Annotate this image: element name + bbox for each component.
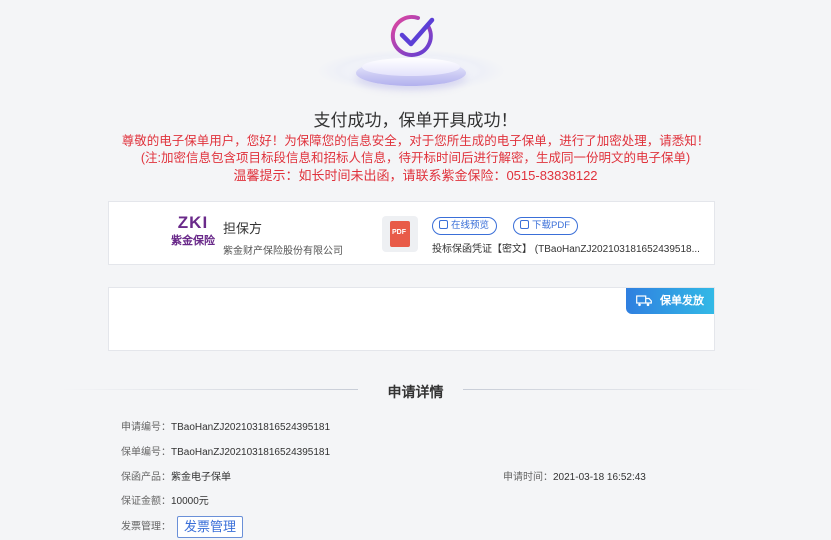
online-preview-label: 在线预览	[451, 220, 490, 231]
download-pdf-label: 下载PDF	[532, 220, 571, 231]
guarantor-card: ZKI 紫金保险 担保方 紫金财产保险股份有限公司 PDF 在线预览 下载PDF…	[108, 201, 715, 265]
amount-value: 10000元	[171, 496, 209, 507]
logo-text: 紫金保险	[171, 235, 215, 247]
platform-top	[362, 58, 460, 76]
download-icon	[520, 220, 529, 229]
policy-issuance-box: 保单发放	[108, 287, 715, 351]
zijin-logo: ZKI 紫金保险	[171, 214, 215, 254]
invoice-management-button[interactable]: 发票管理	[177, 516, 244, 538]
policy-issuance-label: 保单发放	[660, 295, 704, 307]
product-label: 保函产品：	[121, 472, 171, 483]
amount-row: 保证金额：10000元	[121, 492, 209, 507]
pdf-file-icon: PDF	[382, 216, 418, 252]
application-number-row: 申请编号：TBaoHanZJ2021031816524395181	[121, 418, 330, 433]
contact-tip: 温馨提示：如长时间未出函，请联系紫金保险：0515-83838122	[233, 168, 598, 183]
apply-time-row: 申请时间：2021-03-18 16:52:43	[503, 468, 646, 483]
guarantor-label: 担保方	[223, 221, 263, 236]
section-divider-right	[463, 389, 763, 390]
invoice-label: 发票管理：	[121, 521, 171, 533]
product-value: 紫金电子保单	[171, 472, 231, 483]
guarantor-company: 紫金财产保险股份有限公司	[223, 246, 343, 257]
success-illustration	[318, 10, 504, 92]
policy-issuance-tag: 保单发放	[626, 288, 714, 314]
apply-time-label: 申请时间：	[503, 472, 553, 483]
product-row: 保函产品：紫金电子保单	[121, 468, 231, 483]
application-number-value: TBaoHanZJ2021031816524395181	[171, 422, 331, 433]
encryption-note: (注:加密信息包含项目标段信息和招标人信息，待开标时间后进行解密，生成同一份明文…	[140, 151, 691, 165]
truck-icon	[636, 295, 652, 307]
amount-label: 保证金额：	[121, 496, 171, 507]
logo-mark: ZKI	[177, 213, 209, 232]
download-pdf-button[interactable]: 下载PDF	[513, 217, 579, 235]
success-check-icon	[390, 14, 435, 57]
online-preview-button[interactable]: 在线预览	[432, 217, 498, 235]
policy-number-value: TBaoHanZJ2021031816524395181	[171, 447, 331, 458]
policy-number-row: 保单编号：TBaoHanZJ2021031816524395181	[121, 443, 330, 458]
page-title: 支付成功，保单开具成功！	[313, 111, 518, 130]
invoice-row: 发票管理： 发票管理	[121, 516, 244, 538]
apply-time-value: 2021-03-18 16:52:43	[553, 472, 646, 483]
details-section-title: 申请详情	[387, 384, 444, 400]
document-name: 投标保函凭证【密文】 (TBaoHanZJ202103181652439518.…	[432, 244, 700, 255]
policy-number-label: 保单编号：	[121, 447, 171, 458]
application-number-label: 申请编号：	[121, 422, 171, 433]
preview-icon	[439, 220, 448, 229]
